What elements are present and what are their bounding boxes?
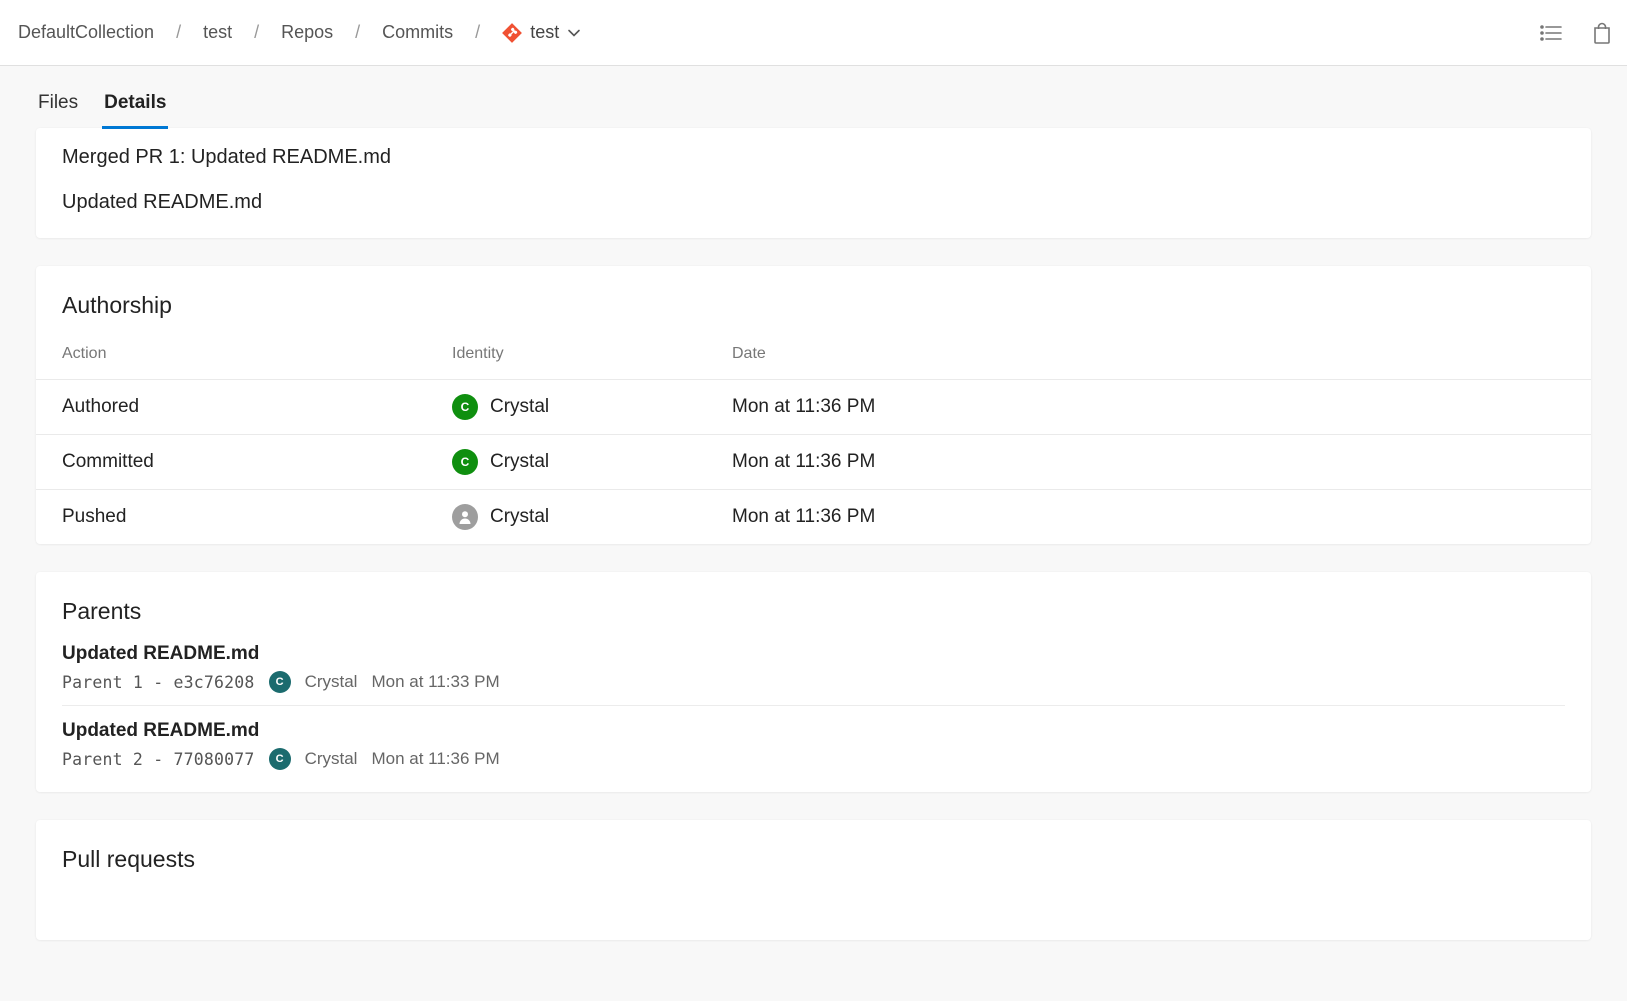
col-identity: Identity bbox=[452, 345, 732, 363]
tab-details[interactable]: Details bbox=[102, 86, 168, 128]
identity-name: Crystal bbox=[490, 506, 549, 528]
identity-name: Crystal bbox=[490, 396, 549, 418]
repo-name: test bbox=[530, 22, 559, 43]
authorship-row: Pushed Crystal Mon at 11:36 PM bbox=[36, 490, 1591, 544]
breadcrumb: DefaultCollection / test / Repos / Commi… bbox=[10, 16, 1539, 49]
breadcrumb-separator: / bbox=[244, 22, 269, 43]
parent-date: Mon at 11:33 PM bbox=[371, 672, 499, 692]
parent-hash: Parent 1 - e3c76208 bbox=[62, 673, 255, 692]
authorship-card: Authorship Action Identity Date Authored… bbox=[36, 266, 1591, 544]
tabs: Files Details bbox=[0, 84, 1627, 128]
authorship-identity[interactable]: Crystal bbox=[452, 504, 732, 530]
authorship-row: Authored C Crystal Mon at 11:36 PM bbox=[36, 380, 1591, 435]
breadcrumb-item[interactable]: Commits bbox=[374, 16, 461, 49]
parents-card: Parents Updated README.md Parent 1 - e3c… bbox=[36, 572, 1591, 792]
col-date: Date bbox=[732, 345, 1565, 363]
avatar: C bbox=[452, 394, 478, 420]
authorship-action: Authored bbox=[62, 396, 452, 418]
parent-commit-title: Updated README.md bbox=[62, 720, 1565, 742]
parent-hash: Parent 2 - 77080077 bbox=[62, 750, 255, 769]
commit-message-body: Updated README.md bbox=[62, 191, 1565, 214]
avatar: C bbox=[452, 449, 478, 475]
breadcrumb-item[interactable]: Repos bbox=[273, 16, 341, 49]
parent-commit-meta: Parent 2 - 77080077 C Crystal Mon at 11:… bbox=[62, 748, 1565, 770]
col-action: Action bbox=[62, 345, 452, 363]
pull-requests-card: Pull requests bbox=[36, 820, 1591, 940]
authorship-table: Action Identity Date Authored C Crystal … bbox=[36, 343, 1591, 544]
authorship-identity[interactable]: C Crystal bbox=[452, 394, 732, 420]
authorship-row: Committed C Crystal Mon at 11:36 PM bbox=[36, 435, 1591, 490]
parent-identity: Crystal bbox=[305, 749, 358, 769]
breadcrumb-separator: / bbox=[465, 22, 490, 43]
authorship-table-head: Action Identity Date bbox=[36, 343, 1591, 380]
commit-message-card: Merged PR 1: Updated README.md Updated R… bbox=[36, 128, 1591, 238]
parent-commit[interactable]: Updated README.md Parent 2 - 77080077 C … bbox=[62, 706, 1565, 782]
topbar: DefaultCollection / test / Repos / Commi… bbox=[0, 0, 1627, 66]
breadcrumb-item[interactable]: DefaultCollection bbox=[10, 16, 162, 49]
breadcrumb-separator: / bbox=[166, 22, 191, 43]
parent-commit-title: Updated README.md bbox=[62, 643, 1565, 665]
parent-commit-meta: Parent 1 - e3c76208 C Crystal Mon at 11:… bbox=[62, 671, 1565, 693]
identity-name: Crystal bbox=[490, 451, 549, 473]
avatar: C bbox=[269, 671, 291, 693]
parent-identity: Crystal bbox=[305, 672, 358, 692]
authorship-identity[interactable]: C Crystal bbox=[452, 449, 732, 475]
authorship-action: Pushed bbox=[62, 506, 452, 528]
avatar-generic-user-icon bbox=[452, 504, 478, 530]
git-repo-icon bbox=[502, 23, 522, 43]
breadcrumb-item[interactable]: test bbox=[195, 16, 240, 49]
authorship-date: Mon at 11:36 PM bbox=[732, 451, 1565, 473]
authorship-action: Committed bbox=[62, 451, 452, 473]
topbar-actions bbox=[1539, 21, 1613, 45]
pull-requests-heading: Pull requests bbox=[62, 844, 1565, 877]
authorship-heading: Authorship bbox=[36, 290, 1591, 323]
commit-message-title: Merged PR 1: Updated README.md bbox=[62, 146, 1565, 169]
authorship-date: Mon at 11:36 PM bbox=[732, 506, 1565, 528]
repo-selector[interactable]: test bbox=[494, 16, 589, 49]
market-bag-icon[interactable] bbox=[1591, 21, 1613, 45]
authorship-date: Mon at 11:36 PM bbox=[732, 396, 1565, 418]
parent-commit[interactable]: Updated README.md Parent 1 - e3c76208 C … bbox=[62, 629, 1565, 706]
tab-files[interactable]: Files bbox=[36, 86, 80, 128]
breadcrumb-separator: / bbox=[345, 22, 370, 43]
parents-heading: Parents bbox=[62, 596, 1565, 629]
list-icon[interactable] bbox=[1539, 23, 1563, 43]
chevron-down-icon bbox=[567, 26, 581, 40]
parent-date: Mon at 11:36 PM bbox=[371, 749, 499, 769]
avatar: C bbox=[269, 748, 291, 770]
